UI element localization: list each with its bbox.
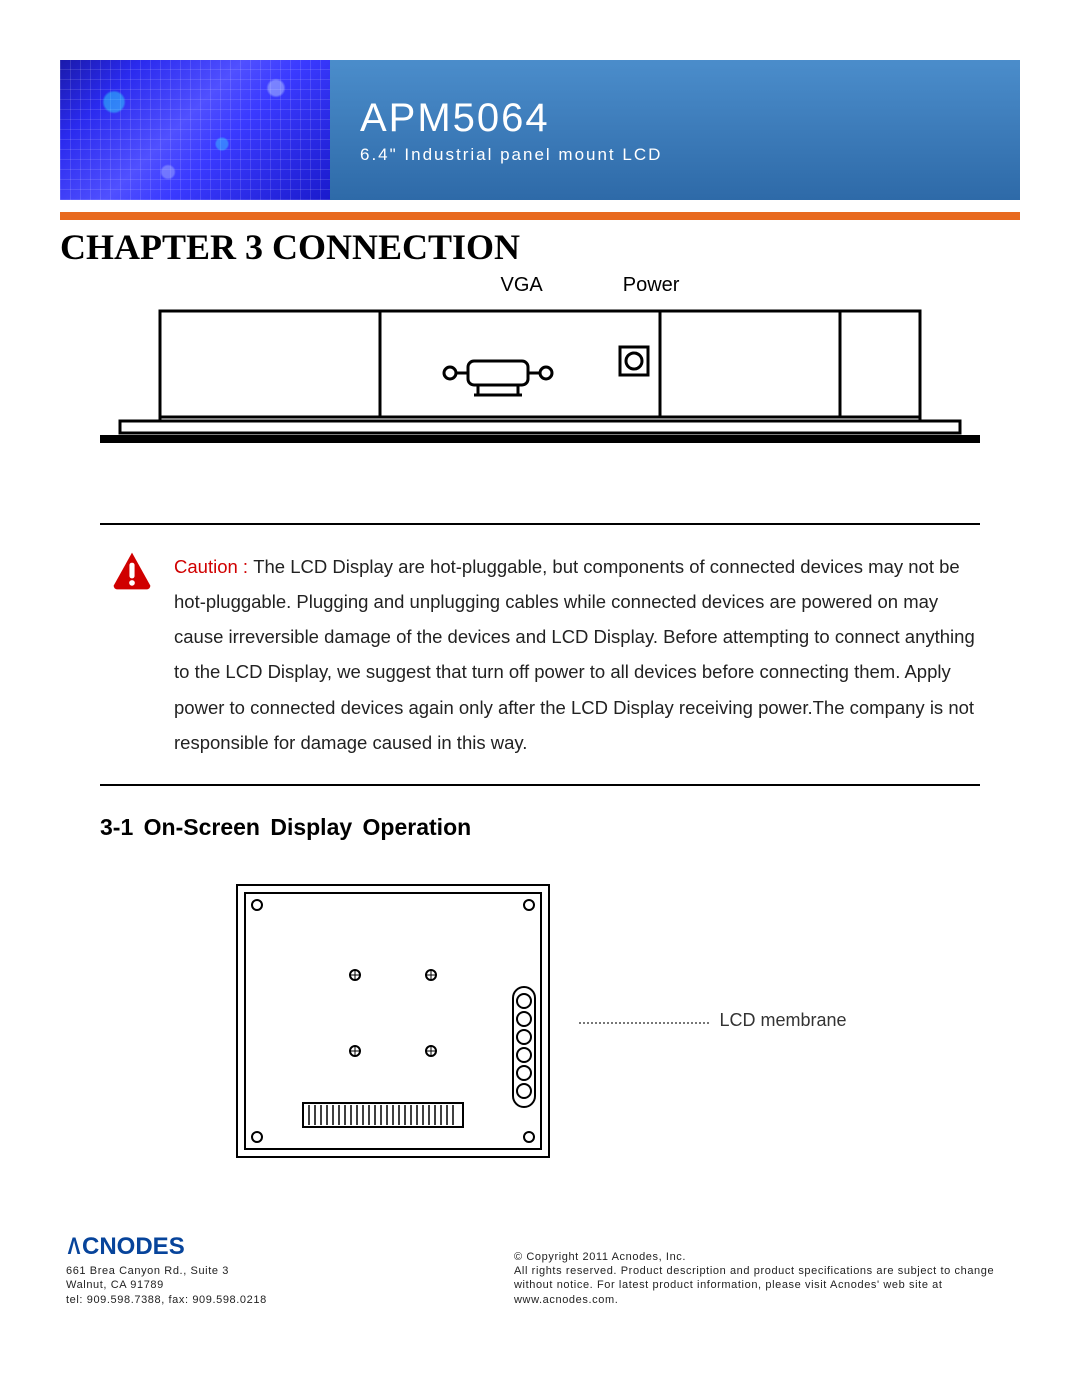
port-label-vga: VGA xyxy=(501,274,543,297)
footer-address-1: 661 Brea Canyon Rd., Suite 3 xyxy=(66,1264,267,1278)
product-model: APM5064 xyxy=(360,96,1020,141)
warning-icon xyxy=(110,549,154,760)
footer-right: © Copyright 2011 Acnodes, Inc. All right… xyxy=(514,1250,1014,1307)
caution-label: Caution : xyxy=(174,556,253,577)
caution-block: Caution : The LCD Display are hot-plugga… xyxy=(60,525,1020,784)
chapter-title: CHAPTER 3 CONNECTION xyxy=(60,226,1020,268)
product-description: 6.4" Industrial panel mount LCD xyxy=(360,145,1020,165)
connector-diagram xyxy=(100,303,980,463)
orange-divider xyxy=(60,212,1020,220)
port-label-power: Power xyxy=(623,274,680,297)
port-labels: VGA Power xyxy=(160,274,1020,297)
header-circuit-image xyxy=(60,60,330,200)
header-banner: APM5064 6.4" Industrial panel mount LCD xyxy=(60,60,1020,200)
footer-contact: tel: 909.598.7388, fax: 909.598.0218 xyxy=(66,1293,267,1307)
lcd-back-diagram xyxy=(233,881,553,1161)
callout-dots xyxy=(579,1022,709,1024)
logo-text: CNODES xyxy=(82,1233,185,1260)
lcd-membrane-callout: LCD membrane xyxy=(579,1010,846,1031)
header-title-block: APM5064 6.4" Industrial panel mount LCD xyxy=(330,60,1020,200)
document-page: APM5064 6.4" Industrial panel mount LCD … xyxy=(0,0,1080,1337)
footer-rights: All rights reserved. Product description… xyxy=(514,1264,1014,1307)
lcd-diagram-wrap: LCD membrane xyxy=(60,881,1020,1161)
divider-bottom xyxy=(100,784,980,786)
company-logo: ΛCNODES xyxy=(66,1231,267,1262)
page-footer: ΛCNODES 661 Brea Canyon Rd., Suite 3 Wal… xyxy=(60,1231,1020,1307)
footer-left: ΛCNODES 661 Brea Canyon Rd., Suite 3 Wal… xyxy=(66,1231,267,1307)
caution-body: The LCD Display are hot-pluggable, but c… xyxy=(174,556,975,753)
caution-text: Caution : The LCD Display are hot-plugga… xyxy=(174,549,980,760)
footer-address-2: Walnut, CA 91789 xyxy=(66,1278,267,1292)
section-heading-3-1: 3-1 On-Screen Display Operation xyxy=(100,814,1020,841)
footer-copyright: © Copyright 2011 Acnodes, Inc. xyxy=(514,1250,1014,1264)
lcd-membrane-label: LCD membrane xyxy=(719,1010,846,1030)
